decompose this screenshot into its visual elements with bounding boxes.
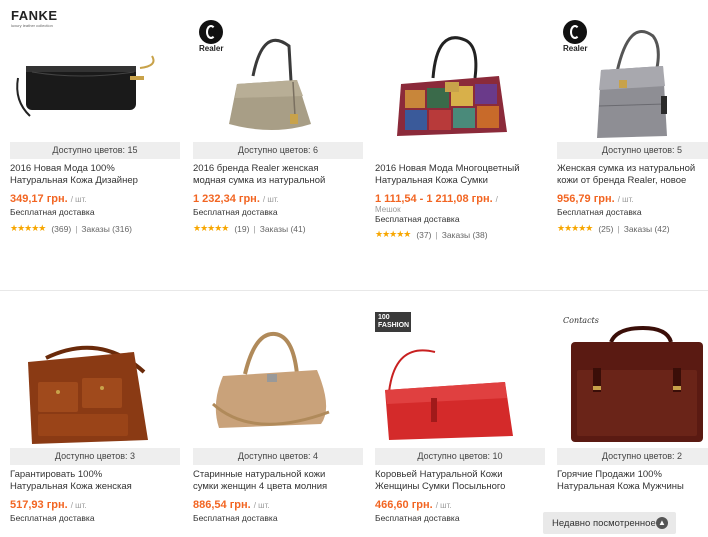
recently-viewed-label: Недавно посмотренное [552, 517, 656, 529]
handbag-image [28, 345, 148, 444]
product-card[interactable]: Realer Доступно цветов: 6 2016 бренда Re… [193, 6, 363, 234]
rating: ★★★★★ (25) | Заказы (42) [557, 223, 670, 234]
available-colors: Доступно цветов: 6 [193, 142, 363, 159]
reviews-count[interactable]: (37) [416, 230, 431, 240]
rating: ★★★★★ (19) | Заказы (41) [193, 223, 306, 234]
stars-icon: ★★★★★ [375, 229, 411, 239]
product-title[interactable]: Коровьей Натуральной Кожи Женщины Сумки … [375, 469, 545, 493]
price: 349,17 грн. / шт. [10, 193, 87, 205]
free-shipping: Бесплатная доставка [193, 207, 278, 217]
orders-count[interactable]: Заказы (316) [81, 224, 132, 234]
product-title[interactable]: Старинные натуральной кожи сумки женщин … [193, 469, 363, 493]
product-image[interactable] [193, 312, 363, 448]
orders-count[interactable]: Заказы (42) [624, 224, 670, 234]
handbag-image [385, 349, 513, 440]
product-title[interactable]: Женская сумка из натуральной кожи от бре… [557, 163, 708, 187]
stars-icon: ★★★★★ [10, 223, 46, 233]
free-shipping: Бесплатная доставка [193, 513, 278, 523]
product-image[interactable] [10, 312, 180, 448]
orders-count[interactable]: Заказы (38) [442, 230, 488, 240]
price: 956,79 грн. / шт. [557, 193, 634, 205]
product-image[interactable] [375, 6, 545, 142]
chevron-up-icon: ▲ [656, 517, 668, 529]
handbag-image [16, 55, 155, 117]
orders-count[interactable]: Заказы (41) [260, 224, 306, 234]
available-colors: Доступно цветов: 2 [557, 448, 708, 465]
product-image[interactable]: 100 FASHION [375, 312, 545, 448]
reviews-count[interactable]: (369) [51, 224, 71, 234]
handbag-image [211, 331, 330, 428]
available-colors: Доступно цветов: 15 [10, 142, 180, 159]
product-image[interactable]: Realer [557, 6, 708, 142]
stars-icon: ★★★★★ [193, 223, 229, 233]
product-image[interactable]: Contacts [557, 312, 708, 448]
price: 466,60 грн. / шт. [375, 499, 452, 511]
free-shipping: Бесплатная доставка [375, 513, 460, 523]
price: 1 111,54 - 1 211,08 грн. / [375, 193, 498, 205]
recently-viewed-button[interactable]: Недавно посмотренное ▲ [543, 512, 676, 534]
product-title[interactable]: 2016 Новая Мода Многоцветный Натуральная… [375, 163, 545, 187]
product-title[interactable]: 2016 Новая Мода 100% Натуральная Кожа Ди… [10, 163, 180, 187]
reviews-count[interactable]: (19) [234, 224, 249, 234]
product-image[interactable]: Realer [193, 6, 363, 142]
free-shipping: Бесплатная доставка [557, 207, 642, 217]
available-colors: Доступно цветов: 5 [557, 142, 708, 159]
price: 517,93 грн. / шт. [10, 499, 87, 511]
free-shipping: Бесплатная доставка [375, 214, 460, 224]
stars-icon: ★★★★★ [557, 223, 593, 233]
handbag-image [229, 38, 311, 130]
product-title[interactable]: Горячие Продажи 100% Натуральная Кожа Му… [557, 469, 708, 493]
free-shipping: Бесплатная доставка [10, 513, 95, 523]
briefcase-image [571, 325, 703, 442]
rating: ★★★★★ (369) | Заказы (316) [10, 223, 133, 234]
free-shipping: Бесплатная доставка [10, 207, 95, 217]
product-card[interactable]: Доступно цветов: 4 Старинные натуральной… [193, 312, 363, 523]
product-image[interactable]: FANKE luxury leather collection [10, 6, 180, 142]
unit-label: Мешок [375, 205, 401, 214]
product-card[interactable]: Доступно цветов: 3 Гарантировать 100% На… [10, 312, 180, 523]
available-colors: Доступно цветов: 4 [193, 448, 363, 465]
row-divider [0, 290, 708, 291]
product-card[interactable]: 2016 Новая Мода Многоцветный Натуральная… [375, 6, 545, 240]
reviews-count[interactable]: (25) [598, 224, 613, 234]
product-card[interactable]: FANKE luxury leather collection Доступно… [10, 6, 180, 234]
rating: ★★★★★ (37) | Заказы (38) [375, 229, 488, 240]
product-title[interactable]: Гарантировать 100% Натуральная Кожа женс… [10, 469, 180, 493]
handbag-image [597, 30, 667, 138]
product-card[interactable]: Contacts Доступно цветов: 2 Горячие Прод… [557, 312, 708, 493]
available-colors: Доступно цветов: 10 [375, 448, 545, 465]
product-title[interactable]: 2016 бренда Realer женская модная сумка … [193, 163, 363, 187]
handbag-image [397, 36, 507, 136]
product-card[interactable]: Realer Доступно цветов: 5 Женская сумка … [557, 6, 708, 234]
price: 886,54 грн. / шт. [193, 499, 270, 511]
available-colors: Доступно цветов: 3 [10, 448, 180, 465]
product-card[interactable]: 100 FASHION Доступно цветов: 10 Коровьей… [375, 312, 545, 523]
product-grid: FANKE luxury leather collection Доступно… [0, 0, 708, 537]
price: 1 232,34 грн. / шт. [193, 193, 279, 205]
